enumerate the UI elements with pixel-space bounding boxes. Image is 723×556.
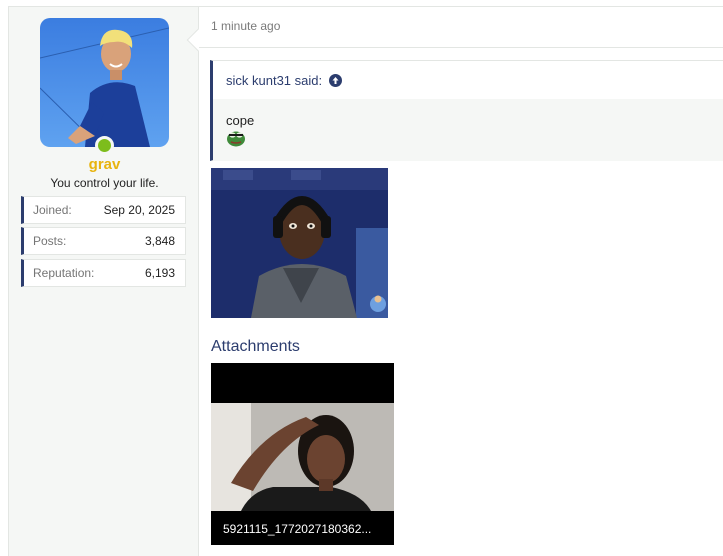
- stat-joined: Joined: Sep 20, 2025: [21, 196, 186, 224]
- post-timestamp[interactable]: 1 minute ago: [211, 19, 280, 33]
- stat-label: Reputation:: [33, 266, 95, 280]
- quote-author[interactable]: sick kunt31 said:: [226, 73, 322, 88]
- arrow-up-circle-icon[interactable]: [329, 73, 343, 87]
- avatar-container: [40, 18, 169, 155]
- quote-content: cope: [213, 99, 723, 161]
- stat-label: Posts:: [33, 234, 67, 248]
- avatar[interactable]: [40, 18, 169, 147]
- quote-header[interactable]: sick kunt31 said:: [213, 61, 723, 99]
- attachment-filename[interactable]: 5921115_1772027180362...: [223, 522, 371, 536]
- stat-posts: Posts: 3,848: [21, 227, 186, 255]
- attachment-thumbnail[interactable]: 5921115_1772027180362...: [211, 363, 394, 545]
- stat-value: Sep 20, 2025: [103, 203, 175, 217]
- user-title: You control your life.: [50, 176, 159, 190]
- stat-label: Joined:: [33, 203, 72, 217]
- user-sidebar: grav You control your life. Joined: Sep …: [8, 6, 199, 556]
- pepe-emoji-icon: [226, 129, 246, 147]
- post-reaction-gif[interactable]: [211, 168, 388, 318]
- username[interactable]: grav: [9, 156, 200, 173]
- quote-text: cope: [226, 113, 255, 128]
- stat-value: 3,848: [144, 234, 175, 248]
- stat-reputation: Reputation: 6,193: [21, 259, 186, 287]
- attachments-heading: Attachments: [211, 338, 300, 355]
- stat-value: 6,193: [144, 266, 175, 280]
- post-header: 1 minute ago: [199, 6, 723, 48]
- thread-post: grav You control your life. Joined: Sep …: [0, 0, 723, 556]
- quote-block: sick kunt31 said: cope: [210, 60, 723, 161]
- online-status-dot: [95, 136, 114, 155]
